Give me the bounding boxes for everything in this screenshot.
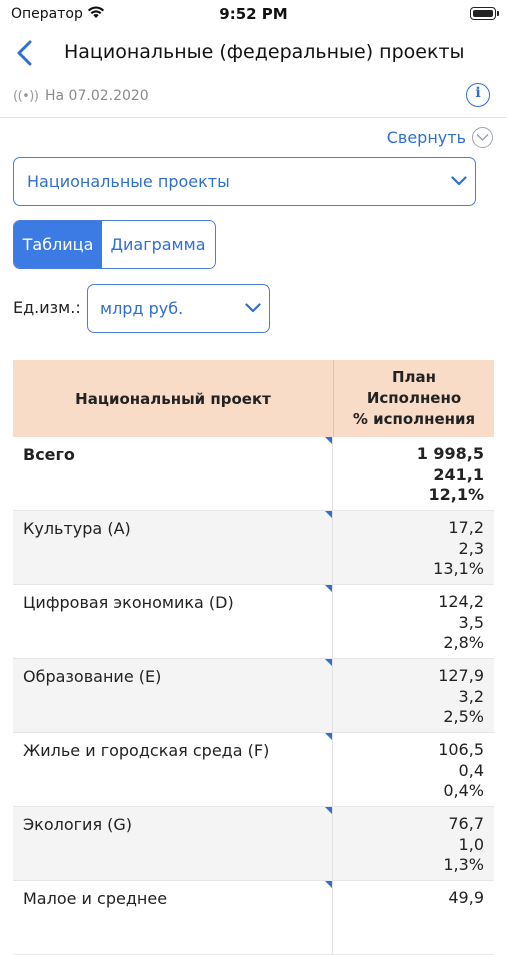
project-name: Малое и среднее (23, 889, 168, 908)
chevron-down-icon (451, 176, 467, 186)
broadcast-icon: ((•)) (13, 89, 39, 104)
divider (0, 117, 507, 118)
back-chevron-icon[interactable] (14, 40, 38, 66)
table-row[interactable]: Образование (E) 127,9 3,2 2,5% (13, 659, 494, 733)
marker-icon (325, 659, 332, 666)
percent-value: 0,4% (443, 781, 484, 800)
plan-value: 76,7 (448, 814, 484, 833)
project-name: Всего (23, 445, 75, 464)
plan-value: 49,9 (448, 888, 484, 907)
marker-icon (325, 807, 332, 814)
tab-table[interactable]: Таблица (14, 221, 102, 268)
done-value: 241,1 (433, 464, 484, 484)
projects-table: Национальный проект План Исполнено % исп… (13, 360, 494, 955)
project-name: Цифровая экономика (D) (23, 593, 234, 612)
project-name: Образование (E) (23, 667, 162, 686)
header-percent: % исполнения (352, 410, 476, 428)
table-row[interactable]: Жилье и городская среда (F) 106,5 0,4 0,… (13, 733, 494, 807)
header-done: Исполнено (366, 389, 462, 407)
collapse-label: Свернуть (386, 128, 466, 147)
done-value: 2,3 (458, 538, 484, 558)
done-value: 1,0 (458, 834, 484, 854)
percent-value: 2,5% (443, 707, 484, 726)
view-toggle: Таблица Диаграмма (13, 220, 216, 269)
table-header: Национальный проект План Исполнено % исп… (13, 360, 494, 437)
done-value: 3,2 (458, 686, 484, 706)
project-name: Экология (G) (23, 815, 133, 834)
done-value: 0,4 (458, 760, 484, 780)
unit-select-value: млрд руб. (100, 299, 184, 318)
battery-icon (470, 7, 499, 20)
project-name: Культура (A) (23, 519, 131, 538)
unit-select[interactable]: млрд руб. (87, 284, 270, 333)
percent-value: 13,1% (433, 559, 484, 578)
plan-value: 17,2 (448, 518, 484, 537)
chevron-down-icon (245, 303, 261, 313)
info-icon[interactable]: i (466, 83, 490, 107)
status-bar: Оператор 9:52 PM (0, 0, 507, 30)
plan-value: 127,9 (438, 666, 484, 685)
category-select[interactable]: Национальные проекты (13, 157, 476, 206)
page-title: Национальные (федеральные) проекты (64, 41, 465, 63)
data-date: На 07.02.2020 (45, 88, 149, 104)
marker-icon (325, 881, 332, 888)
marker-icon (325, 585, 332, 592)
chevron-up-circle-icon (472, 127, 493, 148)
percent-value: 2,8% (443, 633, 484, 652)
table-row[interactable]: Культура (A) 17,2 2,3 13,1% (13, 511, 494, 585)
collapse-button[interactable]: Свернуть (387, 127, 493, 148)
done-value: 3,5 (458, 612, 484, 632)
marker-icon (325, 437, 332, 444)
project-name: Жилье и городская среда (F) (23, 741, 270, 760)
plan-value: 124,2 (438, 592, 484, 611)
percent-value: 12,1% (428, 485, 484, 504)
category-select-value: Национальные проекты (27, 172, 230, 191)
table-row[interactable]: Цифровая экономика (D) 124,2 3,5 2,8% (13, 585, 494, 659)
navigation-bar: Национальные (федеральные) проекты (0, 30, 507, 76)
info-bar: ((•)) На 07.02.2020 i (0, 80, 507, 114)
percent-value: 1,3% (443, 855, 484, 874)
tab-chart[interactable]: Диаграмма (102, 221, 214, 268)
header-values: План Исполнено % исполнения (334, 360, 494, 437)
marker-icon (325, 511, 332, 518)
table-row[interactable]: Малое и среднее 49,9 (13, 881, 494, 955)
marker-icon (325, 733, 332, 740)
table-row[interactable]: Экология (G) 76,7 1,0 1,3% (13, 807, 494, 881)
header-plan: План (391, 368, 437, 386)
header-project: Национальный проект (13, 360, 334, 437)
plan-value: 106,5 (438, 740, 484, 759)
table-row[interactable]: Всего 1 998,5 241,1 12,1% (13, 437, 494, 511)
plan-value: 1 998,5 (416, 444, 484, 463)
unit-label: Ед.изм.: (13, 298, 81, 317)
clock: 9:52 PM (219, 5, 288, 23)
